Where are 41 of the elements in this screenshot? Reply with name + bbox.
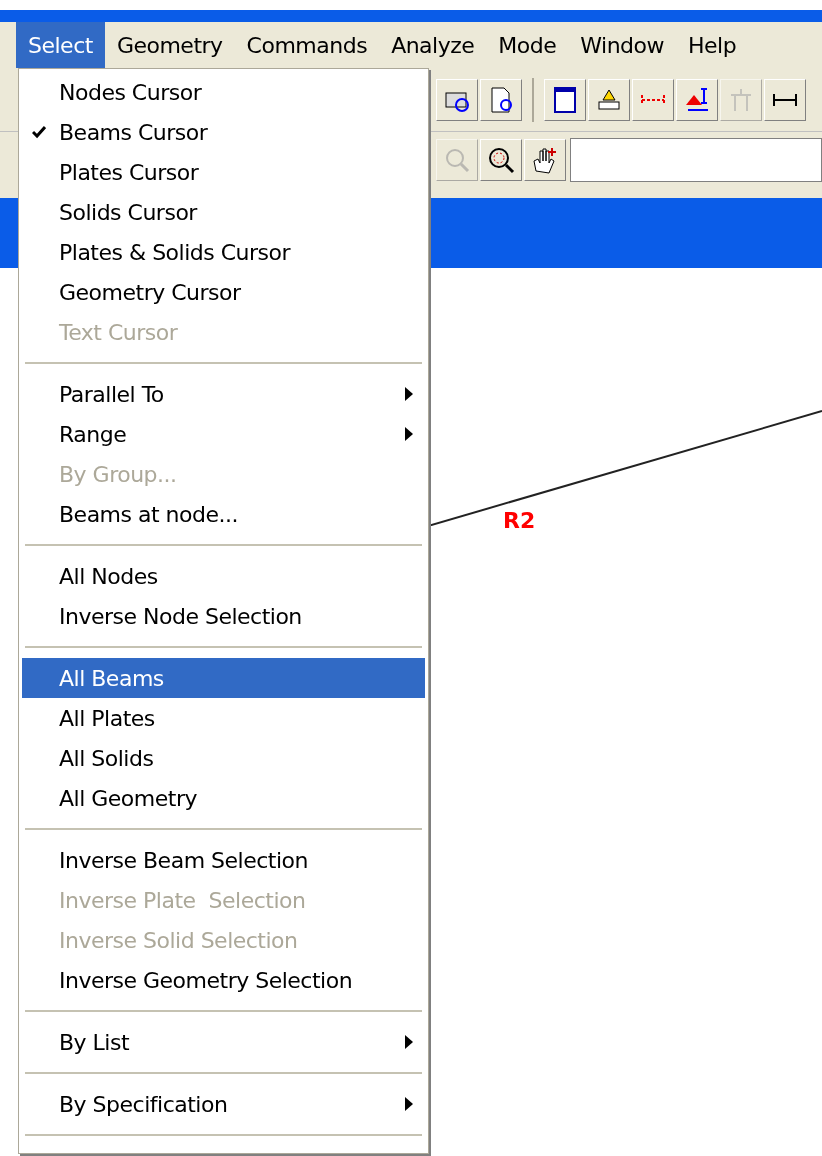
- menu-item[interactable]: Geometry Cursor: [22, 272, 425, 312]
- menu-item[interactable]: All Geometry: [22, 778, 425, 818]
- menu-item[interactable]: Beams at node...: [22, 494, 425, 534]
- menu-item[interactable]: Plates & Solids Cursor: [22, 232, 425, 272]
- menu-item[interactable]: Range: [22, 414, 425, 454]
- pan-hand-icon[interactable]: [524, 139, 566, 181]
- menu-item[interactable]: All Nodes: [22, 556, 425, 596]
- print-preview-icon[interactable]: [436, 78, 478, 121]
- menu-item[interactable]: All Solids: [22, 738, 425, 778]
- menu-bar-item[interactable]: Select: [16, 22, 105, 68]
- menu-item[interactable]: Parallel To: [22, 374, 425, 414]
- input-field[interactable]: [570, 138, 822, 182]
- menu-item[interactable]: Inverse Geometry Selection: [22, 960, 425, 1000]
- menu-item[interactable]: All Plates: [22, 698, 425, 738]
- page-preview-icon[interactable]: [480, 78, 522, 121]
- menu-bar-item[interactable]: Mode: [486, 22, 569, 68]
- submenu-arrow-icon: [405, 427, 413, 441]
- menu-item[interactable]: Beams Cursor: [22, 112, 425, 152]
- menu-bar-item[interactable]: Window: [568, 22, 677, 68]
- menu-item[interactable]: Inverse Beam Selection: [22, 840, 425, 880]
- zoom-icon[interactable]: [480, 139, 522, 181]
- menu-item[interactable]: By Specification: [22, 1084, 425, 1124]
- submenu-arrow-icon: [405, 1035, 413, 1049]
- submenu-arrow-icon: [405, 387, 413, 401]
- menu-item[interactable]: Solids Cursor: [22, 192, 425, 232]
- menu-item[interactable]: All Beams: [22, 658, 425, 698]
- submenu-arrow-icon: [405, 1097, 413, 1111]
- menu-item[interactable]: Plates Cursor: [22, 152, 425, 192]
- menu-bar-item[interactable]: Analyze: [379, 22, 487, 68]
- beam-label: R2: [503, 507, 536, 535]
- width-icon[interactable]: [764, 78, 806, 121]
- menu-item[interactable]: Inverse Node Selection: [22, 596, 425, 636]
- support-icon[interactable]: [588, 78, 630, 121]
- menu-bar-item[interactable]: Commands: [234, 22, 380, 68]
- load-icon[interactable]: [676, 78, 718, 121]
- menu-item[interactable]: Nodes Cursor: [22, 72, 425, 112]
- menu-item[interactable]: By List: [22, 1022, 425, 1062]
- menu-bar-item[interactable]: Geometry: [104, 22, 235, 68]
- menu-bar-item[interactable]: Help: [676, 22, 749, 68]
- window-icon[interactable]: [544, 78, 586, 121]
- dimension-icon[interactable]: [632, 78, 674, 121]
